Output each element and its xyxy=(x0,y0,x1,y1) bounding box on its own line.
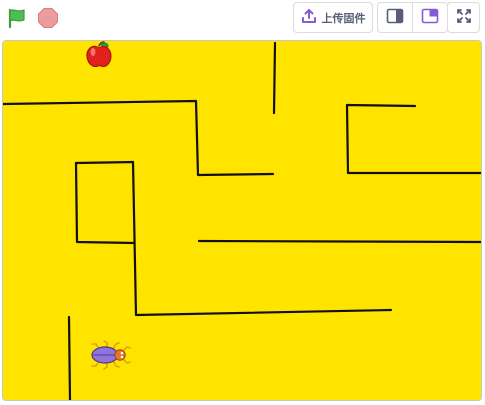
fullscreen-icon xyxy=(456,8,472,28)
maze-canvas xyxy=(3,41,481,400)
stop-sign-icon[interactable] xyxy=(33,3,63,33)
maze-wall xyxy=(272,41,277,115)
stage-toolbar: 上传固件 xyxy=(0,0,485,37)
maze-wall xyxy=(197,239,481,244)
large-stage-button[interactable] xyxy=(412,2,448,33)
small-stage-button[interactable] xyxy=(377,2,413,33)
green-flag-icon[interactable] xyxy=(2,3,32,33)
maze-background xyxy=(3,41,481,400)
large-stage-layout-icon xyxy=(421,8,439,28)
upload-firmware-label: 上传固件 xyxy=(321,11,366,25)
upload-firmware-button[interactable]: 上传固件 xyxy=(293,2,373,33)
small-stage-layout-icon xyxy=(386,8,404,28)
stage[interactable] xyxy=(2,40,482,401)
maze-wall xyxy=(67,315,72,400)
fullscreen-button[interactable] xyxy=(447,2,480,33)
upload-icon xyxy=(301,8,317,28)
